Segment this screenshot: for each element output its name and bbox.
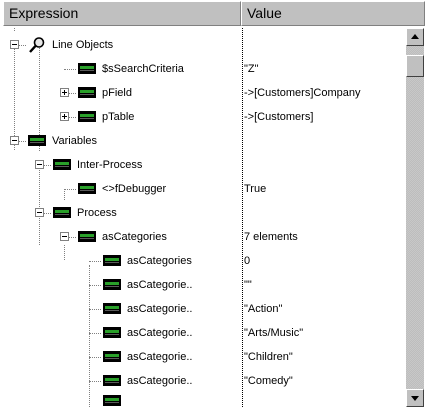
variable-icon	[103, 375, 121, 386]
variable-icon	[103, 255, 121, 266]
variable-icon	[53, 207, 71, 218]
variable-icon	[78, 63, 96, 74]
variable-icon	[78, 111, 96, 122]
tree-connector-line	[89, 309, 101, 310]
row-expression-label: asCategorie..	[127, 351, 193, 363]
tree-connector-line	[64, 69, 76, 70]
row-expression-label: Variables	[52, 135, 98, 147]
variable-icon	[78, 231, 96, 242]
row-expression-label: pField	[102, 87, 132, 99]
row-expression-label: Line Objects	[52, 39, 114, 51]
row-value: "Arts/Music"	[244, 327, 304, 339]
row-expression-label: pTable	[102, 111, 135, 123]
expression-column-header[interactable]: Expression	[3, 1, 241, 26]
tree-row[interactable]: asCategorie.. "Arts/Music"	[4, 321, 406, 345]
expand-plus-icon[interactable]	[60, 88, 69, 97]
expand-plus-icon[interactable]	[60, 112, 69, 121]
vertical-scrollbar[interactable]	[406, 28, 424, 407]
tree-connector-line	[64, 189, 76, 190]
column-header-bar: Expression Value	[0, 0, 428, 28]
tree-row[interactable]: Variables	[4, 129, 406, 153]
row-expression-label: asCategorie..	[127, 279, 193, 291]
variable-icon	[78, 87, 96, 98]
collapse-minus-icon[interactable]	[60, 232, 69, 241]
row-value: "Z"	[244, 63, 259, 75]
row-value: "Action"	[244, 303, 283, 315]
row-value: ->[Customers]Company	[244, 87, 361, 99]
variable-icon	[103, 395, 121, 406]
collapse-minus-icon[interactable]	[35, 160, 44, 169]
row-value: "Comedy"	[244, 375, 293, 387]
scroll-down-button[interactable]	[406, 389, 424, 407]
row-expression-label: Process	[77, 207, 117, 219]
arrow-down-icon	[411, 396, 419, 401]
collapse-minus-icon[interactable]	[35, 208, 44, 217]
collapse-minus-icon[interactable]	[10, 136, 19, 145]
debugger-variables-panel: Expression Value Line Objects $sSearchCri…	[0, 0, 428, 407]
row-value: ->[Customers]	[244, 111, 314, 123]
collapse-minus-icon[interactable]	[10, 40, 19, 49]
arrow-up-icon	[411, 34, 419, 39]
variable-icon	[78, 183, 96, 194]
row-value: 0	[244, 255, 251, 267]
value-column-header[interactable]: Value	[241, 1, 425, 26]
tree-connector-line	[89, 285, 101, 286]
tree-row[interactable]: $sSearchCriteria "Z"	[4, 57, 406, 81]
magnifier-icon	[29, 37, 45, 53]
row-value: 7 elements	[244, 231, 298, 243]
tree-connector-line	[89, 357, 101, 358]
row-expression-label: Inter-Process	[77, 159, 143, 171]
tree-connector-line	[89, 261, 101, 262]
tree-row[interactable]: pField ->[Customers]Company	[4, 81, 406, 105]
variable-icon	[103, 303, 121, 314]
row-expression-label: <>fDebugger	[102, 183, 167, 195]
tree-row[interactable]: asCategorie.. "Comedy"	[4, 369, 406, 393]
tree-connector-line	[89, 381, 101, 382]
variable-icon	[103, 279, 121, 290]
tree-row[interactable]: asCategorie.. "Action"	[4, 297, 406, 321]
tree-row[interactable]: pTable ->[Customers]	[4, 105, 406, 129]
tree-row[interactable]: asCategorie.. ""	[4, 273, 406, 297]
row-value: True	[244, 183, 267, 195]
variables-tree: Line Objects $sSearchCriteria "Z" pField ->[…	[4, 28, 406, 407]
row-expression-label: asCategorie..	[127, 303, 193, 315]
tree-connector-line	[89, 333, 101, 334]
tree-row[interactable]: Line Objects	[4, 33, 406, 57]
row-expression-label: $sSearchCriteria	[102, 63, 184, 75]
tree-row[interactable]: asCategories 7 elements	[4, 225, 406, 249]
tree-row[interactable]: Process	[4, 201, 406, 225]
tree-row[interactable]: Inter-Process	[4, 153, 406, 177]
row-value: ""	[244, 279, 252, 291]
scrollbar-thumb[interactable]	[406, 55, 424, 77]
row-expression-label: asCategories	[127, 255, 192, 267]
scroll-up-button[interactable]	[406, 28, 424, 46]
variable-icon	[28, 135, 46, 146]
tree-row[interactable]: <>fDebugger True	[4, 177, 406, 201]
tree-guide-line	[14, 28, 15, 31]
tree-row[interactable]: asCategorie.. "Children"	[4, 345, 406, 369]
row-expression-label: asCategories	[102, 231, 167, 243]
variable-icon	[103, 327, 121, 338]
row-expression-label: asCategorie..	[127, 375, 193, 387]
variable-icon	[103, 351, 121, 362]
tree-row[interactable]: asCategories 0	[4, 249, 406, 273]
variable-icon	[53, 159, 71, 170]
row-expression-label: asCategorie..	[127, 327, 193, 339]
row-value: "Children"	[244, 351, 293, 363]
